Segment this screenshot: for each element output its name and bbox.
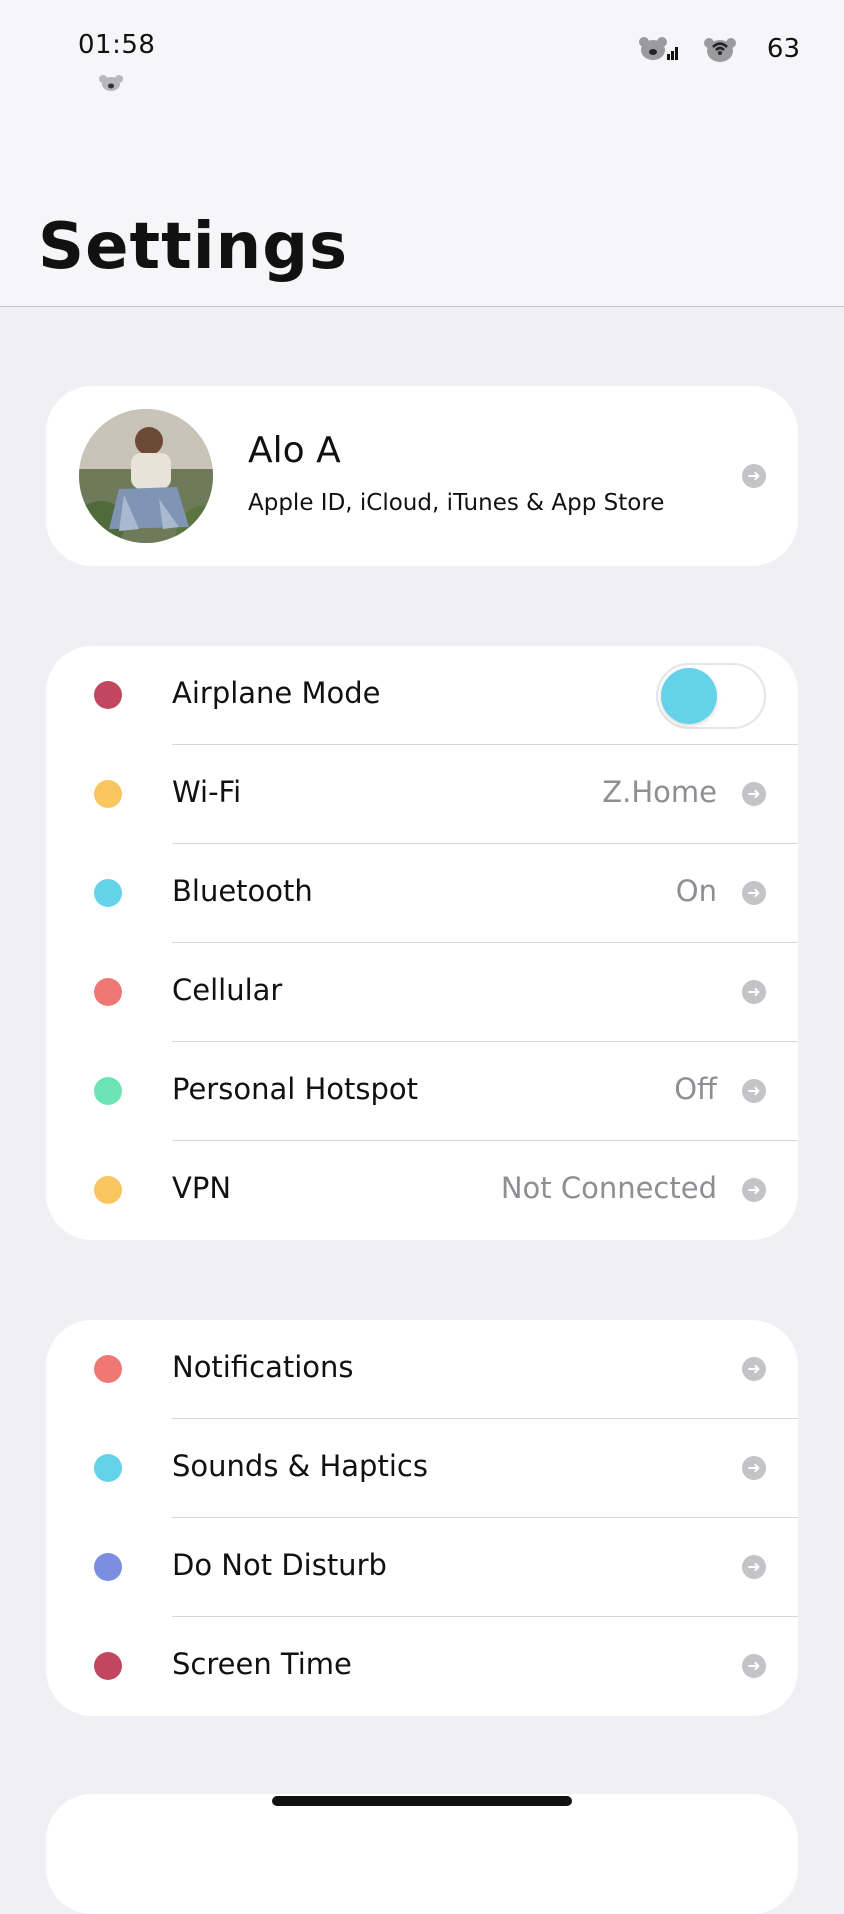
chevron-right-icon: ➜: [742, 980, 766, 1004]
chevron-right-icon: ➜: [742, 1079, 766, 1103]
network-settings-group: Airplane Mode Wi-Fi Z.Home ➜ Bluetooth O…: [46, 646, 798, 1240]
avatar: [79, 409, 213, 543]
status-bar: 01:58 63: [0, 0, 844, 140]
row-value: On: [675, 874, 717, 908]
row-label: VPN: [172, 1171, 232, 1205]
row-airplane-mode[interactable]: Airplane Mode: [46, 646, 798, 745]
chevron-right-icon: ➜: [742, 1178, 766, 1202]
row-value: Off: [674, 1072, 717, 1106]
profile-subtitle: Apple ID, iCloud, iTunes & App Store: [248, 490, 665, 516]
row-screen-time[interactable]: Screen Time ➜: [46, 1617, 798, 1716]
row-label: Cellular: [172, 973, 283, 1007]
next-settings-group: [46, 1794, 798, 1914]
row-label: Bluetooth: [172, 874, 313, 908]
row-personal-hotspot[interactable]: Personal Hotspot Off ➜: [46, 1042, 798, 1141]
row-do-not-disturb[interactable]: Do Not Disturb ➜: [46, 1518, 798, 1617]
avatar-photo: [79, 409, 213, 543]
row-label: Do Not Disturb: [172, 1548, 387, 1582]
bluetooth-dot-icon: [94, 879, 122, 907]
hotspot-dot-icon: [94, 1077, 122, 1105]
row-value: Z.Home: [602, 775, 717, 809]
chevron-right-icon: ➜: [742, 1555, 766, 1579]
chevron-right-icon: ➜: [742, 464, 766, 488]
do-not-disturb-dot-icon: [94, 1553, 122, 1581]
row-label: Personal Hotspot: [172, 1072, 419, 1106]
row-bluetooth[interactable]: Bluetooth On ➜: [46, 844, 798, 943]
screen-time-dot-icon: [94, 1652, 122, 1680]
wifi-koala-icon: [703, 38, 736, 62]
sounds-dot-icon: [94, 1454, 122, 1482]
page-title: Settings: [38, 210, 349, 284]
chevron-right-icon: ➜: [742, 1456, 766, 1480]
notifications-dot-icon: [94, 1355, 122, 1383]
row-vpn[interactable]: VPN Not Connected ➜: [46, 1141, 798, 1240]
row-cellular[interactable]: Cellular ➜: [46, 943, 798, 1042]
row-wifi[interactable]: Wi-Fi Z.Home ➜: [46, 745, 798, 844]
row-label: Wi-Fi: [172, 775, 242, 809]
row-value: Not Connected: [500, 1171, 717, 1205]
chevron-right-icon: ➜: [742, 1654, 766, 1678]
status-icons: 63: [638, 34, 800, 64]
chevron-right-icon: ➜: [742, 1357, 766, 1381]
profile-card[interactable]: Alo A Apple ID, iCloud, iTunes & App Sto…: [46, 386, 798, 566]
wifi-dot-icon: [94, 780, 122, 808]
row-label: Screen Time: [172, 1647, 352, 1681]
battery-level: 63: [766, 34, 800, 64]
toggle-knob: [661, 668, 717, 724]
chevron-right-icon: ➜: [742, 881, 766, 905]
row-label: Sounds & Haptics: [172, 1449, 428, 1483]
row-label: Airplane Mode: [172, 676, 381, 710]
row-notifications[interactable]: Notifications ➜: [46, 1320, 798, 1419]
notification-settings-group: Notifications ➜ Sounds & Haptics ➜ Do No…: [46, 1320, 798, 1716]
header: Settings: [0, 140, 844, 307]
profile-name: Alo A: [248, 430, 341, 471]
airplane-mode-toggle[interactable]: [656, 663, 766, 729]
koala-icon: [99, 75, 123, 91]
row-label: Notifications: [172, 1350, 354, 1384]
row-sounds-haptics[interactable]: Sounds & Haptics ➜: [46, 1419, 798, 1518]
vpn-dot-icon: [94, 1176, 122, 1204]
status-time: 01:58: [78, 30, 156, 60]
cellular-dot-icon: [94, 978, 122, 1006]
chevron-right-icon: ➜: [742, 782, 766, 806]
home-indicator[interactable]: [272, 1796, 572, 1806]
airplane-mode-dot-icon: [94, 681, 122, 709]
cellular-signal-icon: [638, 37, 678, 60]
